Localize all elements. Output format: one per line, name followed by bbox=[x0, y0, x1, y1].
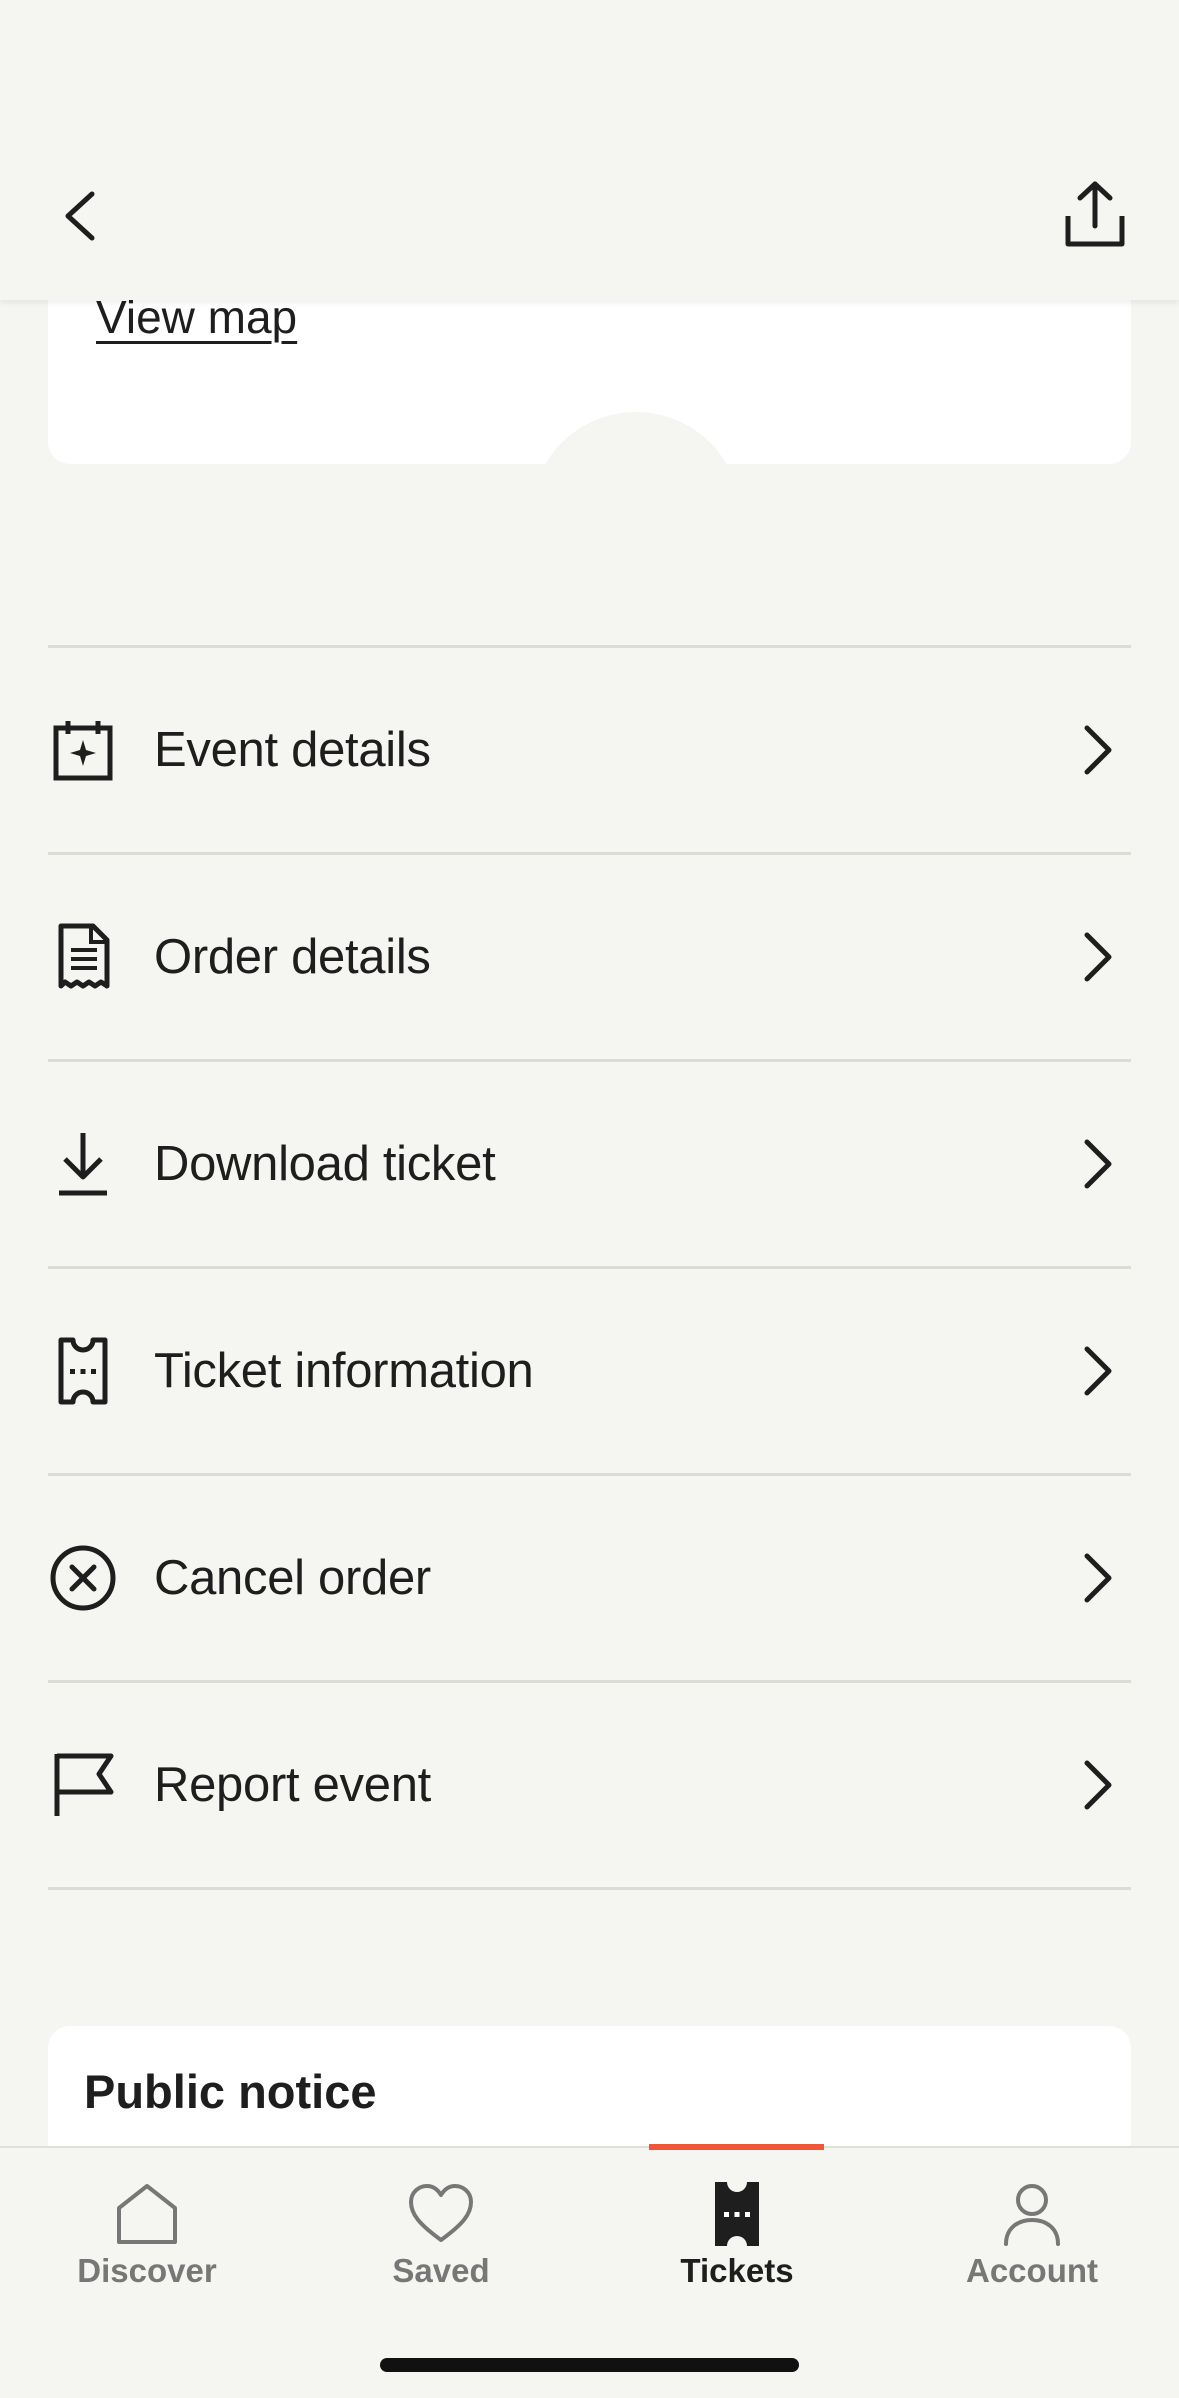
menu-item-order-details[interactable]: Order details bbox=[48, 855, 1131, 1062]
home-indicator bbox=[380, 2358, 799, 2372]
person-icon bbox=[1004, 2184, 1060, 2246]
menu-item-ticket-information[interactable]: Ticket information bbox=[48, 1269, 1131, 1476]
home-icon bbox=[117, 2184, 177, 2244]
chevron-right-icon bbox=[1084, 1139, 1112, 1189]
tab-tickets[interactable]: Tickets bbox=[590, 2148, 884, 2298]
chevron-right-icon bbox=[1084, 725, 1112, 775]
menu-item-report-event[interactable]: Report event bbox=[48, 1683, 1131, 1890]
chevron-right-icon bbox=[1084, 1346, 1112, 1396]
menu-item-label: Report event bbox=[154, 1758, 431, 1812]
ticket-icon bbox=[48, 1336, 118, 1406]
back-button[interactable] bbox=[52, 180, 116, 252]
calendar-sparkle-icon bbox=[48, 715, 118, 785]
share-button[interactable] bbox=[1058, 178, 1132, 252]
receipt-icon bbox=[48, 922, 118, 992]
ticket-notch bbox=[531, 412, 741, 464]
menu-item-event-details[interactable]: Event details bbox=[48, 648, 1131, 855]
cancel-circle-icon bbox=[48, 1543, 118, 1613]
menu-item-label: Event details bbox=[154, 723, 431, 777]
share-icon bbox=[1065, 181, 1125, 247]
tab-saved[interactable]: Saved bbox=[294, 2148, 588, 2298]
tab-label: Account bbox=[966, 2252, 1098, 2289]
chevron-left-icon bbox=[65, 191, 95, 241]
flag-icon bbox=[48, 1750, 118, 1820]
menu-item-label: Order details bbox=[154, 930, 431, 984]
menu-item-label: Ticket information bbox=[154, 1344, 534, 1398]
public-notice-title: Public notice bbox=[84, 2065, 377, 2118]
menu-item-cancel-order[interactable]: Cancel order bbox=[48, 1476, 1131, 1683]
heart-icon bbox=[409, 2184, 473, 2242]
chevron-right-icon bbox=[1084, 1760, 1112, 1810]
chevron-right-icon bbox=[1084, 932, 1112, 982]
download-icon bbox=[48, 1129, 118, 1199]
tab-discover[interactable]: Discover bbox=[0, 2148, 294, 2298]
chevron-right-icon bbox=[1084, 1553, 1112, 1603]
menu-item-label: Cancel order bbox=[154, 1551, 431, 1605]
ticket-icon bbox=[715, 2182, 759, 2246]
tab-label: Discover bbox=[77, 2252, 217, 2289]
tab-label: Saved bbox=[392, 2252, 490, 2289]
tab-label: Tickets bbox=[680, 2252, 794, 2289]
menu-item-label: Download ticket bbox=[154, 1137, 496, 1191]
top-nav-bar bbox=[0, 0, 1179, 300]
ticket-actions-list: Event details Order details Download tic… bbox=[48, 645, 1131, 1890]
menu-item-download-ticket[interactable]: Download ticket bbox=[48, 1062, 1131, 1269]
tab-account[interactable]: Account bbox=[885, 2148, 1179, 2298]
